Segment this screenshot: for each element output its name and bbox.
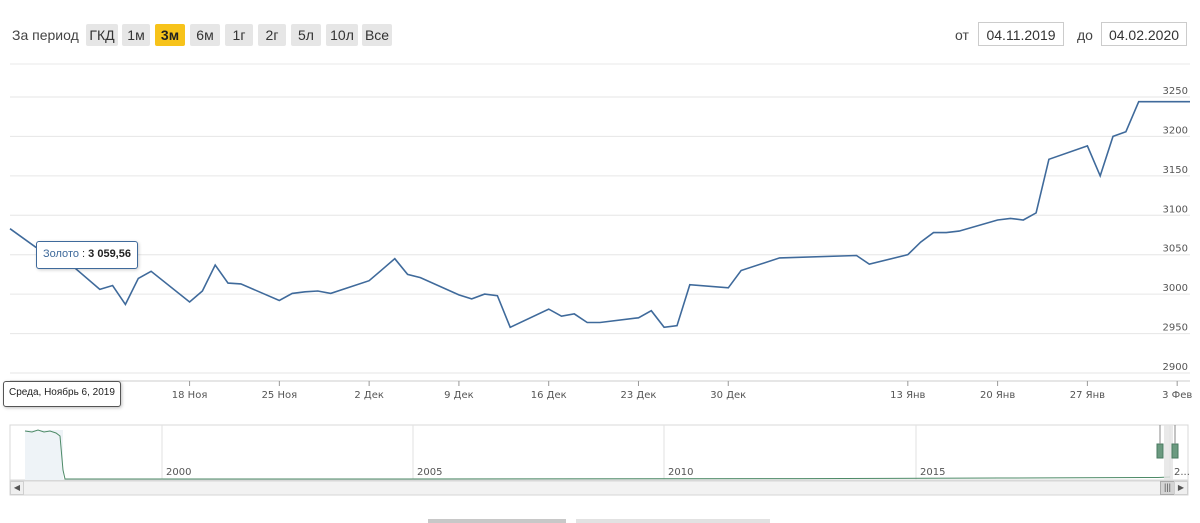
y-tick-label: 3250: [1163, 86, 1188, 97]
x-tick-label: 2 Дек: [354, 390, 384, 401]
x-tick-label: 16 Дек: [531, 390, 567, 401]
scroll-right-arrow[interactable]: ▶: [1174, 481, 1188, 495]
x-tick-label: 27 Янв: [1070, 390, 1105, 401]
y-tick-labels: 2900 2950 3000 3050 3100 3150 3200 3250: [1163, 86, 1188, 373]
y-tick-label: 3200: [1163, 125, 1188, 136]
tooltip-value: 3 059,56: [88, 248, 131, 260]
crosshair-date-label: Среда, Ноябрь 6, 2019: [3, 381, 121, 407]
scroll-left-arrow[interactable]: ◀: [10, 481, 24, 495]
series-line-gold: [9, 100, 1190, 329]
y-tick-label: 3150: [1163, 165, 1188, 176]
navigator-year-label: 2...: [1174, 467, 1190, 478]
gold-price-chart: 2900 2950 3000 3050 3100 3150 3200 3250 18 Ноя 2…: [9, 63, 1192, 496]
navigator-handle-right[interactable]: [1171, 443, 1179, 459]
navigator-year-label: 2015: [920, 467, 945, 478]
x-tick-label: 9 Дек: [444, 390, 474, 401]
x-tick-label: 23 Дек: [621, 390, 657, 401]
tooltip-series-name: Золото: [43, 248, 79, 260]
scrollbar-track[interactable]: [9, 480, 1189, 496]
navigator-handle-left[interactable]: [1156, 443, 1164, 459]
tooltip-separator: :: [78, 248, 89, 260]
y-tick-label: 3050: [1163, 244, 1188, 255]
bottom-tab-1[interactable]: [428, 519, 566, 523]
navigator-year-label: 2005: [417, 467, 442, 478]
x-tick-label: 18 Ноя: [172, 390, 208, 401]
navigator-shaded-region: [25, 430, 63, 480]
x-tick-label: 13 Янв: [890, 390, 925, 401]
y-tick-label: 3100: [1163, 204, 1188, 215]
x-tick-label: 20 Янв: [980, 390, 1015, 401]
y-tick-label: 3000: [1163, 283, 1188, 294]
navigator-year-label: 2010: [668, 467, 693, 478]
y-tick-label: 2900: [1163, 362, 1188, 373]
x-tick-label: 3 Фев: [1162, 390, 1192, 401]
y-tick-label: 2950: [1163, 323, 1188, 334]
bottom-tab-2[interactable]: [576, 519, 770, 523]
scrollbar-thumb[interactable]: |||: [1160, 481, 1175, 495]
y-gridlines: [10, 96, 1190, 374]
x-tick-labels: 18 Ноя 25 Ноя 2 Дек 9 Дек 16 Дек 23 Дек 30 Дек…: [172, 381, 1192, 401]
navigator-year-label: 2000: [166, 467, 191, 478]
x-tick-label: 30 Дек: [710, 390, 746, 401]
x-tick-label: 25 Ноя: [262, 390, 298, 401]
point-tooltip: Золото : 3 059,56: [36, 241, 138, 269]
